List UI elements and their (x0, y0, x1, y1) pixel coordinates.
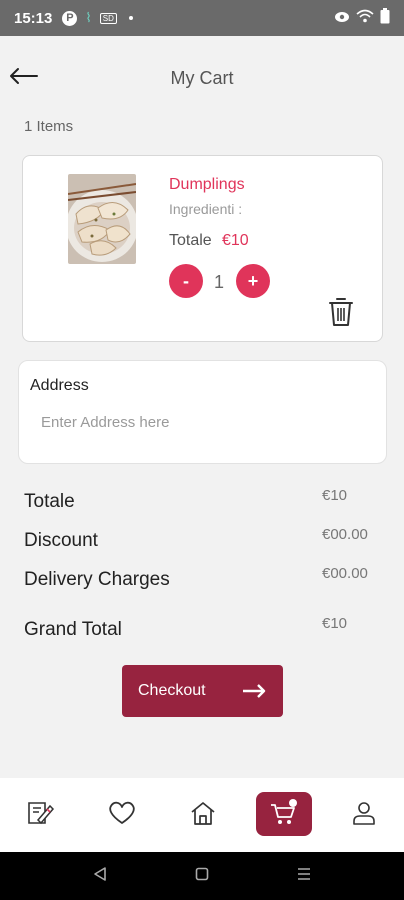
item-ingredients: Ingredienti : (169, 201, 243, 217)
eye-icon (334, 10, 350, 27)
checkout-button[interactable]: Checkout (122, 665, 283, 717)
dumplings-photo (68, 174, 136, 264)
p-badge-icon: P (62, 10, 78, 26)
heart-icon (108, 801, 136, 830)
cart-item-card: Dumplings Ingredienti : Totale €10 - 1 + (22, 155, 383, 342)
square-home-icon (195, 867, 209, 886)
item-total-label: Totale (169, 232, 212, 249)
address-input[interactable] (30, 407, 370, 437)
summary-label: Discount (24, 530, 98, 551)
delete-item-button[interactable] (327, 296, 355, 328)
dot-icon (128, 16, 133, 20)
trash-icon (327, 298, 355, 332)
sys-back-button[interactable] (90, 866, 110, 886)
summary-value: €10 (322, 487, 348, 504)
summary-label: Grand Total (24, 619, 122, 640)
wifi-icon (356, 9, 374, 27)
hamburger-icon (296, 867, 312, 886)
nav-cart[interactable] (256, 792, 312, 836)
sys-home-button[interactable] (192, 866, 212, 886)
nav-home[interactable] (175, 792, 231, 838)
bottom-nav (0, 778, 404, 852)
system-nav-bar (0, 852, 404, 900)
checkout-label: Checkout (138, 682, 206, 699)
app-header: My Cart (0, 36, 404, 120)
home-icon (189, 800, 217, 831)
sys-recents-button[interactable] (294, 866, 314, 886)
address-card: Address (18, 360, 387, 464)
summary-value: €10 (322, 615, 348, 632)
item-price: €10 (222, 232, 249, 249)
summary-label: Delivery Charges (24, 569, 170, 590)
sd-card-icon: SD (99, 12, 117, 24)
increase-quantity-button[interactable]: + (236, 264, 270, 298)
nav-profile[interactable] (336, 792, 392, 838)
menu-book-icon (26, 800, 56, 831)
summary-value: €00.00 (322, 526, 368, 543)
address-label: Address (30, 377, 89, 394)
nav-menu[interactable] (13, 792, 69, 838)
triangle-back-icon (93, 866, 107, 887)
cart-icon (269, 798, 299, 831)
summary-label: Totale (24, 491, 75, 512)
arrow-right-icon (241, 681, 267, 706)
items-count: 1 Items (24, 118, 74, 135)
teal-signal-icon: ⌇ (85, 10, 92, 25)
page-title: My Cart (170, 68, 234, 88)
user-icon (351, 800, 377, 831)
status-bar: 15:13 P ⌇ SD (0, 0, 404, 36)
item-name: Dumplings (169, 176, 245, 193)
nav-favorites[interactable] (94, 792, 150, 838)
summary-value: €00.00 (322, 565, 368, 582)
decrease-quantity-button[interactable]: - (169, 264, 203, 298)
quantity-value: 1 (213, 272, 224, 292)
status-time: 15:13 (14, 9, 53, 27)
battery-icon (380, 8, 390, 28)
